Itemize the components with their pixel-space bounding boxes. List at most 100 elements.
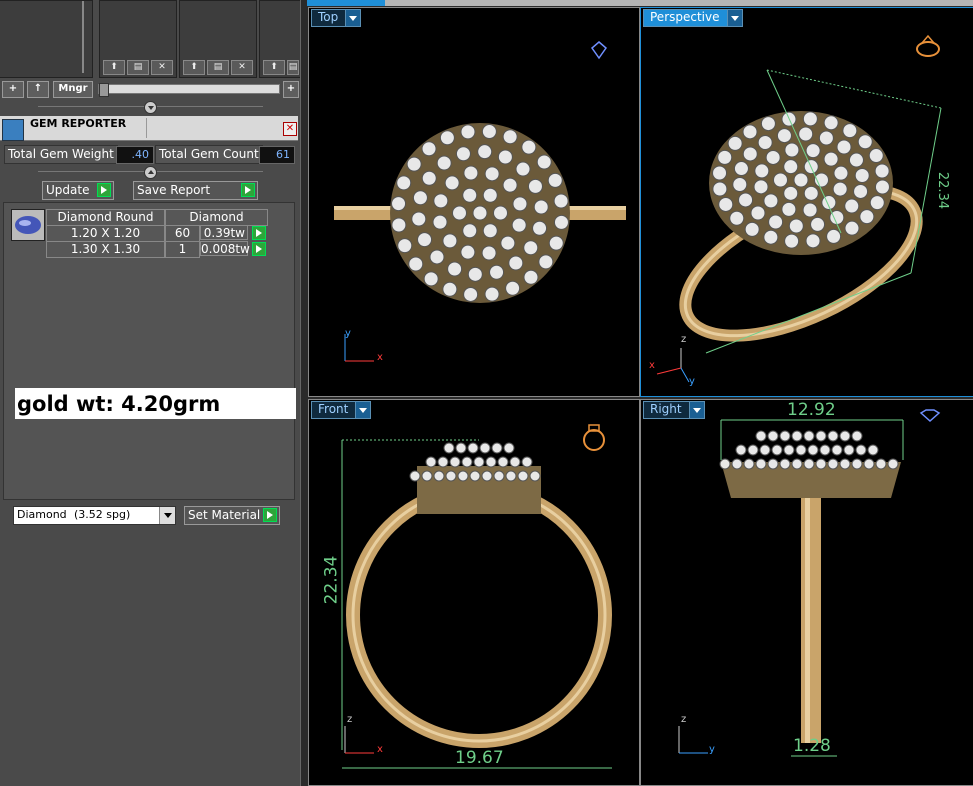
viewport-top[interactable]: Top y x <box>308 7 640 397</box>
diamond-gem <box>502 177 518 193</box>
layer-thumbnail[interactable] <box>0 0 93 78</box>
material-select[interactable]: Diamond (3.52 spg) <box>13 506 176 525</box>
diamond-gem <box>727 135 743 151</box>
diamond-gem <box>803 458 815 470</box>
play-icon[interactable] <box>241 183 255 197</box>
diamond-gem <box>719 458 731 470</box>
layer-thumbnail[interactable]: ⬆ ▤ ✕ <box>99 0 177 78</box>
gem-thumbnail[interactable] <box>11 209 45 241</box>
viewport-tab-strip[interactable] <box>307 0 973 6</box>
move-up-icon[interactable]: ⬆ <box>263 60 285 75</box>
diamond-gem <box>783 185 799 201</box>
diamond-gem <box>712 165 728 181</box>
diamond-gem <box>868 148 884 164</box>
viewport-perspective[interactable]: Perspective 22.34 z x y <box>640 7 973 397</box>
diamond-gem <box>731 458 743 470</box>
diamond-gem <box>548 235 564 251</box>
add-button[interactable]: + <box>2 81 24 98</box>
layer-thumbnail[interactable]: ⬆ ▤ ✕ <box>179 0 257 78</box>
add-right-button[interactable]: + <box>283 81 299 98</box>
scroll-track[interactable] <box>82 1 84 73</box>
gem-cluster <box>409 442 541 482</box>
manager-button[interactable]: Mngr <box>53 81 93 98</box>
diamond-gem <box>839 430 851 442</box>
gold-weight-note: gold wt: 4.20grm <box>15 388 296 419</box>
chevron-down-icon[interactable] <box>159 507 175 524</box>
collapse-icon[interactable] <box>144 101 157 114</box>
diamond-gem <box>523 269 539 285</box>
gem-reporter-icon <box>2 119 24 141</box>
diamond-gem <box>547 172 563 188</box>
diamond-gem <box>743 458 755 470</box>
diamond-gem <box>803 430 815 442</box>
diamond-gem <box>744 221 760 237</box>
play-icon[interactable] <box>97 183 111 197</box>
diamond-gem <box>463 286 479 302</box>
slider-handle[interactable] <box>99 83 109 97</box>
viewport-right[interactable]: Right 12.92 1.28 z y <box>640 399 973 786</box>
total-gem-weight-value: .40 <box>116 146 154 164</box>
expand-icon[interactable] <box>144 166 157 179</box>
diamond-gem <box>455 442 467 454</box>
diamond-gem <box>755 430 767 442</box>
total-gem-weight-label: Total Gem Weight <box>4 145 118 164</box>
dimension-band-label: 1.28 <box>793 736 831 756</box>
diamond-gem <box>485 456 497 468</box>
diamond-gem <box>411 211 427 227</box>
diamond-gem <box>753 179 769 195</box>
set-material-button[interactable]: Set Material <box>184 506 280 525</box>
diamond-gem <box>810 216 826 232</box>
diamond-gem <box>803 185 819 201</box>
diamond-gem <box>397 238 413 254</box>
diamond-gem <box>437 456 449 468</box>
diamond-gem <box>874 163 890 179</box>
panel-splitter[interactable] <box>300 0 308 786</box>
layer-thumbnail[interactable]: ⬆ ▤ <box>259 0 301 78</box>
diamond-gem <box>425 456 437 468</box>
diamond-gem <box>421 141 437 157</box>
diamond-gem <box>467 266 483 282</box>
diamond-gem <box>482 223 498 239</box>
diamond-gem <box>793 172 809 188</box>
play-icon[interactable] <box>252 226 266 240</box>
diamond-gem <box>417 232 433 248</box>
zoom-slider[interactable] <box>98 83 280 97</box>
diamond-gem <box>460 124 476 140</box>
diamond-gem <box>875 458 887 470</box>
gem-icon <box>919 409 941 423</box>
viewport-front[interactable]: Front 22.34 19.67 z x <box>308 399 640 786</box>
update-button[interactable]: Update <box>42 181 114 200</box>
diamond-gem <box>851 458 863 470</box>
diamond-round-icon <box>15 216 41 234</box>
diamond-gem <box>855 444 867 456</box>
diamond-gem <box>500 235 516 251</box>
move-up-icon[interactable]: ⬆ <box>183 60 205 75</box>
dimension-width-label: 12.92 <box>787 400 836 420</box>
axis-gizmo <box>344 334 374 362</box>
move-up-icon[interactable]: ⬆ <box>103 60 125 75</box>
set-material-label: Set Material <box>188 508 261 522</box>
diamond-gem <box>760 116 776 132</box>
close-icon[interactable]: ✕ <box>151 60 173 75</box>
play-icon[interactable] <box>263 508 277 522</box>
save-icon[interactable]: ▤ <box>287 60 299 75</box>
diamond-gem <box>844 198 860 214</box>
diamond-gem <box>827 458 839 470</box>
save-report-button[interactable]: Save Report <box>133 181 258 200</box>
diamond-gem <box>436 155 452 171</box>
close-icon[interactable]: ✕ <box>283 122 297 136</box>
tab-active[interactable] <box>307 0 385 6</box>
save-icon[interactable]: ▤ <box>207 60 229 75</box>
gem-size: 1.30 X 1.30 <box>46 241 165 258</box>
diamond-gem <box>867 444 879 456</box>
up-button[interactable]: ↑ <box>27 81 49 98</box>
diamond-gem <box>823 115 839 131</box>
diamond-gem <box>503 442 515 454</box>
close-icon[interactable]: ✕ <box>231 60 253 75</box>
save-icon[interactable]: ▤ <box>127 60 149 75</box>
diamond-gem <box>508 255 524 271</box>
diamond-gem <box>815 458 827 470</box>
diamond-gem <box>493 470 505 482</box>
diamond-gem <box>479 442 491 454</box>
play-icon[interactable] <box>252 242 266 256</box>
